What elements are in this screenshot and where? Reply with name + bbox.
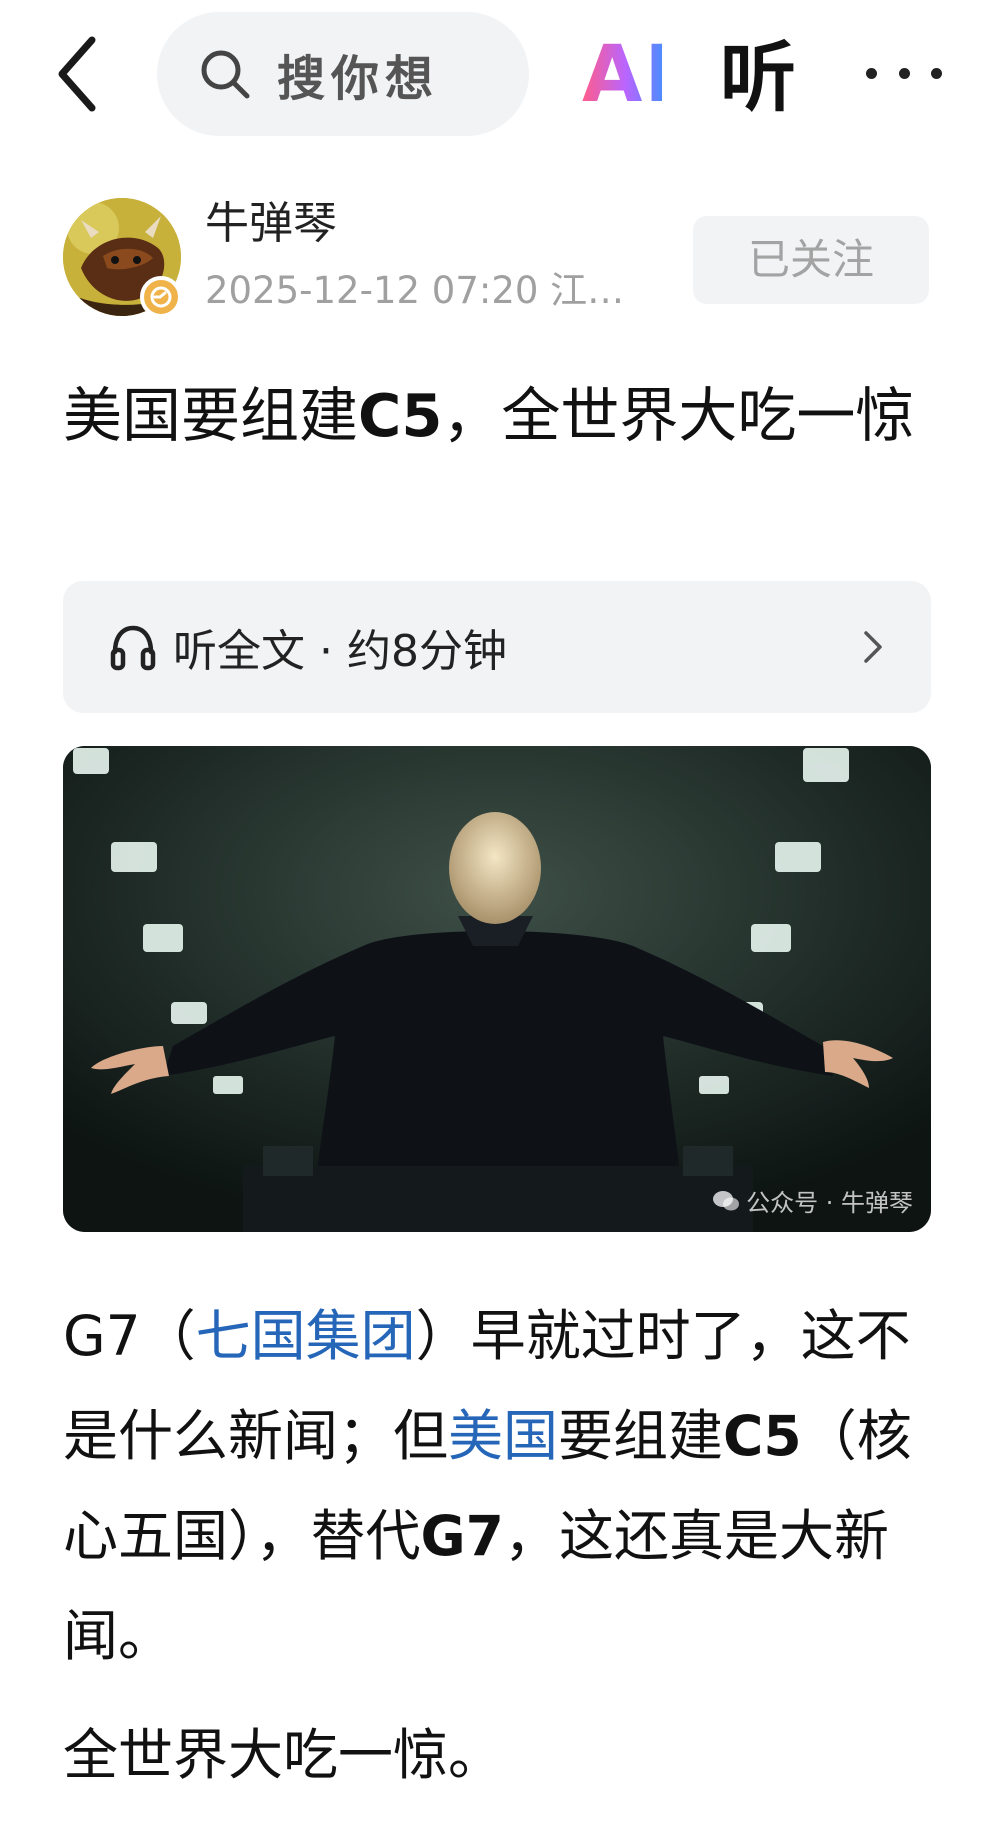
more-dot-icon xyxy=(898,67,910,79)
search-input[interactable]: 搜你想 xyxy=(157,12,529,136)
article-paragraph: G7（七国集团）早就过时了，这不是什么新闻；但美国要组建C5（核心五国），替代G… xyxy=(63,1286,943,1686)
listen-button[interactable]: 听 xyxy=(720,30,810,126)
link-usa[interactable]: 美国 xyxy=(448,1404,558,1468)
text-bold: C5 xyxy=(723,1404,802,1468)
back-button[interactable] xyxy=(52,34,112,114)
title-part: C5 xyxy=(358,381,443,450)
author-name[interactable]: 牛弹琴 xyxy=(205,196,337,252)
top-bar: 搜你想 AI 听 xyxy=(0,0,986,150)
wechat-icon xyxy=(713,1190,740,1210)
back-arrow-icon xyxy=(58,36,96,112)
headphone-icon xyxy=(110,625,156,671)
article-paragraph: 全世界大吃一惊。 xyxy=(63,1723,504,1787)
title-part: ，全世界大吃一惊 xyxy=(442,381,915,450)
more-dot-icon xyxy=(866,67,877,79)
search-icon xyxy=(201,50,250,99)
article-image[interactable]: 公众号 · 牛弹琴 xyxy=(63,746,931,1232)
image-watermark: 公众号 · 牛弹琴 xyxy=(712,1183,913,1218)
text: G7（ xyxy=(63,1304,196,1368)
text-bold: G7 xyxy=(420,1504,504,1568)
verified-badge-icon xyxy=(140,276,182,318)
listen-label: 听全文 · 约8分钟 xyxy=(173,626,507,677)
author-meta: 2025-12-12 07:20 江… xyxy=(205,269,625,312)
article-title: 美国要组建C5，全世界大吃一惊 xyxy=(63,366,943,466)
title-part: 美国要组建 xyxy=(63,381,359,450)
text: 要组建 xyxy=(558,1404,724,1468)
search-placeholder: 搜你想 xyxy=(277,51,440,107)
follow-button[interactable]: 已关注 xyxy=(693,216,929,304)
watermark-text: 公众号 · 牛弹琴 xyxy=(746,1189,913,1217)
listen-full-article-bar[interactable]: 听全文 · 约8分钟 xyxy=(63,581,931,713)
link-g7-group[interactable]: 七国集团 xyxy=(196,1304,416,1368)
more-button[interactable] xyxy=(866,58,942,88)
ai-button[interactable]: AI xyxy=(582,30,673,120)
more-dot-icon xyxy=(931,67,942,79)
chevron-right-icon xyxy=(864,631,882,663)
